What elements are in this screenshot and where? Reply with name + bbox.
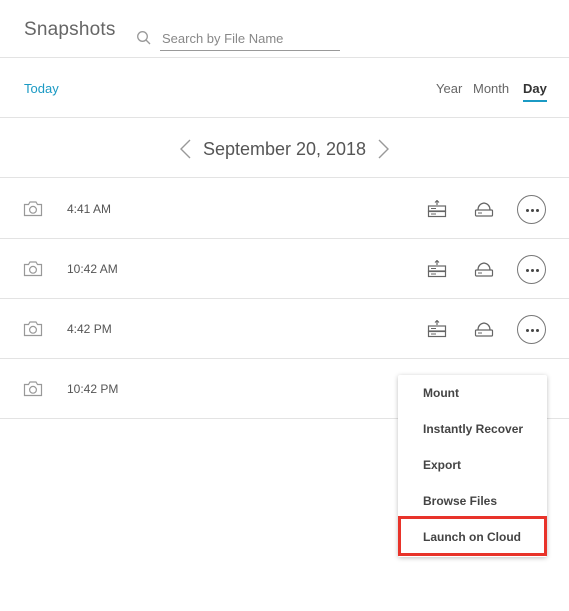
- period-tab-year[interactable]: Year: [436, 81, 462, 96]
- current-date: September 20, 2018: [202, 139, 367, 159]
- today-link[interactable]: Today: [24, 81, 59, 96]
- chevron-right-icon[interactable]: [377, 138, 391, 160]
- server-upload-icon[interactable]: [427, 320, 447, 338]
- camera-icon: [23, 261, 43, 277]
- snapshot-row[interactable]: 10:42 AM: [0, 239, 569, 299]
- menu-item-mount[interactable]: Mount: [398, 375, 547, 411]
- date-navigator: September 20, 2018: [0, 118, 569, 178]
- menu-item-browse-files[interactable]: Browse Files: [398, 483, 547, 519]
- snapshot-time: 4:41 AM: [67, 202, 112, 216]
- cloud-drive-icon[interactable]: [474, 320, 494, 338]
- page-header: Snapshots: [0, 0, 569, 58]
- cloud-drive-icon[interactable]: [474, 260, 494, 278]
- dot: [531, 209, 534, 212]
- more-options-button[interactable]: [517, 195, 546, 224]
- snapshot-time: 10:42 PM: [67, 382, 119, 396]
- more-options-button[interactable]: [517, 315, 546, 344]
- menu-item-instantly-recover[interactable]: Instantly Recover: [398, 411, 547, 447]
- snapshot-row[interactable]: 4:41 AM: [0, 179, 569, 239]
- period-filter-bar: Today Year Month Day: [0, 58, 569, 118]
- snapshot-row[interactable]: 4:42 PM: [0, 299, 569, 359]
- period-tab-month[interactable]: Month: [473, 81, 509, 96]
- dot: [526, 269, 529, 272]
- search-input[interactable]: [160, 27, 340, 51]
- dot: [526, 329, 529, 332]
- dot: [526, 209, 529, 212]
- dot: [536, 269, 539, 272]
- dot: [536, 209, 539, 212]
- more-options-button[interactable]: [517, 255, 546, 284]
- search-icon: [137, 31, 151, 45]
- camera-icon: [23, 201, 43, 217]
- server-upload-icon[interactable]: [427, 260, 447, 278]
- cloud-drive-icon[interactable]: [474, 200, 494, 218]
- camera-icon: [23, 381, 43, 397]
- snapshot-time: 4:42 PM: [67, 322, 112, 336]
- dot: [531, 269, 534, 272]
- search-bar: [136, 27, 340, 51]
- page-title: Snapshots: [24, 19, 116, 40]
- snapshot-context-menu: Mount Instantly Recover Export Browse Fi…: [398, 375, 547, 557]
- snapshot-time: 10:42 AM: [67, 262, 118, 276]
- server-upload-icon[interactable]: [427, 200, 447, 218]
- camera-icon: [23, 321, 43, 337]
- period-tab-day[interactable]: Day: [523, 81, 547, 102]
- menu-item-launch-on-cloud[interactable]: Launch on Cloud: [398, 519, 547, 555]
- dot: [536, 329, 539, 332]
- dot: [531, 329, 534, 332]
- menu-item-export[interactable]: Export: [398, 447, 547, 483]
